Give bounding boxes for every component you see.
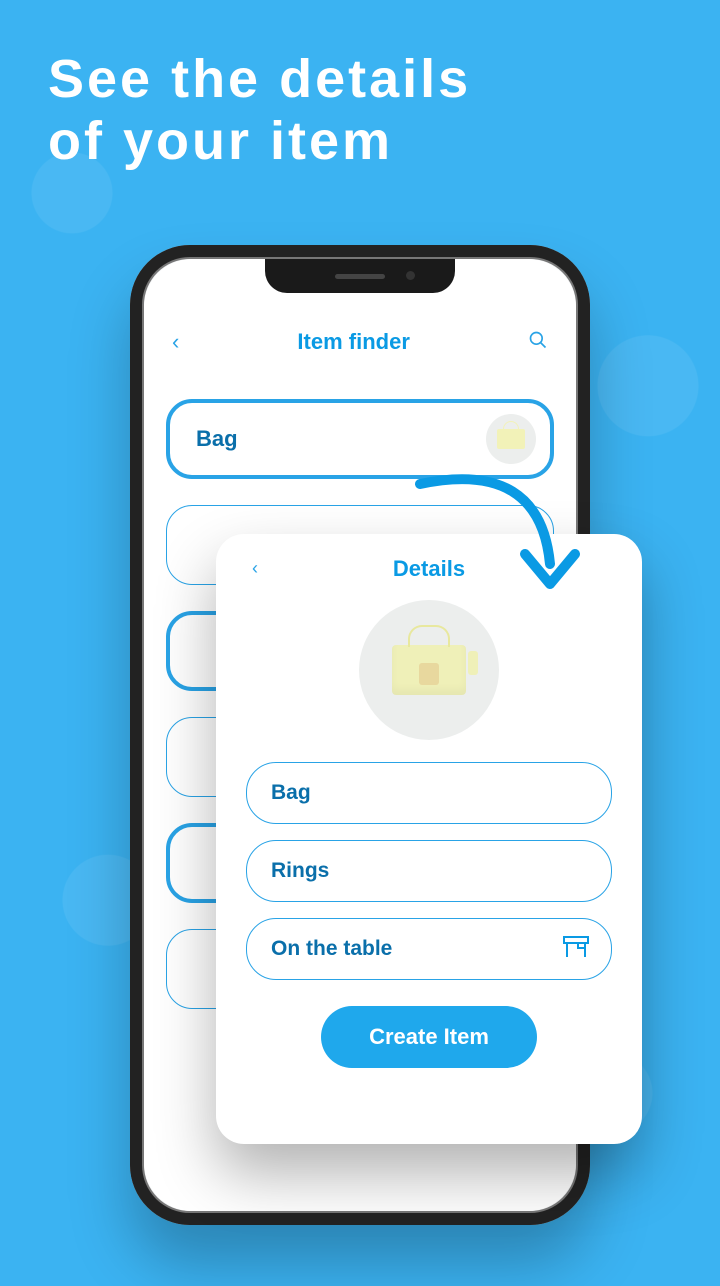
notch-camera bbox=[406, 271, 415, 280]
headline-line-1: See the details bbox=[48, 48, 471, 110]
bag-tag bbox=[468, 651, 478, 675]
details-header: ‹ Details bbox=[246, 556, 612, 582]
item-row-bag[interactable]: Bag bbox=[166, 399, 554, 479]
field-location[interactable]: On the table bbox=[246, 918, 612, 980]
app-title: Item finder bbox=[297, 329, 409, 355]
details-item-image bbox=[359, 600, 499, 740]
details-card: ‹ Details Bag Rings On the table bbox=[216, 534, 642, 1144]
search-icon[interactable] bbox=[528, 330, 548, 355]
notch-speaker bbox=[335, 274, 385, 279]
details-back-icon[interactable]: ‹ bbox=[252, 558, 258, 579]
field-label: Rings bbox=[271, 859, 329, 883]
bag-icon bbox=[497, 429, 525, 449]
phone-notch bbox=[265, 259, 455, 293]
create-item-button[interactable]: Create Item bbox=[321, 1006, 537, 1068]
field-label: On the table bbox=[271, 937, 392, 961]
app-header: ‹ Item finder bbox=[144, 329, 576, 355]
details-title: Details bbox=[393, 556, 465, 582]
field-name[interactable]: Bag bbox=[246, 762, 612, 824]
details-fields: Bag Rings On the table bbox=[246, 762, 612, 980]
table-icon bbox=[561, 933, 591, 965]
marketing-headline: See the details of your item bbox=[48, 48, 471, 172]
bag-icon bbox=[392, 645, 466, 695]
back-icon[interactable]: ‹ bbox=[172, 329, 179, 355]
field-label: Bag bbox=[271, 781, 311, 805]
item-thumbnail bbox=[486, 414, 536, 464]
create-button-label: Create Item bbox=[369, 1024, 489, 1049]
headline-line-2: of your item bbox=[48, 110, 471, 172]
field-category[interactable]: Rings bbox=[246, 840, 612, 902]
item-label: Bag bbox=[196, 426, 238, 452]
